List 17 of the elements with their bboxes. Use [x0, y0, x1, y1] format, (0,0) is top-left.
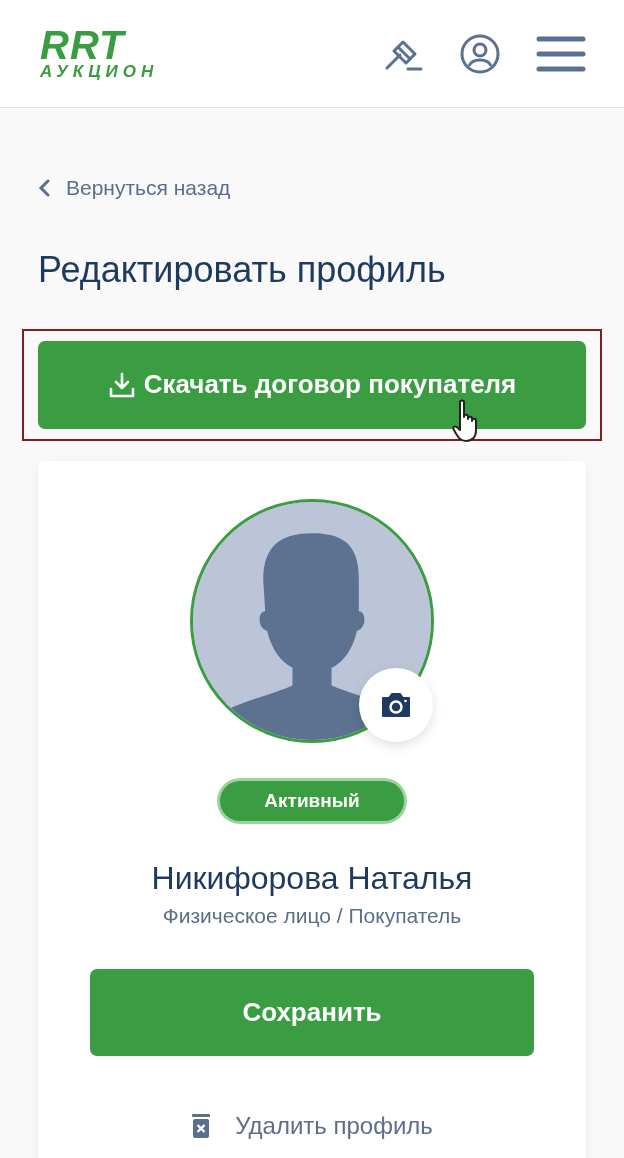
logo-subtitle: АУКЦИОН: [40, 63, 159, 80]
user-name: Никифорова Наталья: [151, 859, 473, 898]
logo-title: RRT: [40, 27, 126, 63]
trash-icon: [191, 1113, 212, 1140]
user-icon[interactable]: [460, 33, 500, 74]
download-contract-button[interactable]: Скачать договор покупателя: [38, 340, 586, 429]
back-link[interactable]: Вернуться назад: [38, 172, 231, 204]
change-photo-button[interactable]: [359, 667, 433, 742]
menu-icon[interactable]: [536, 34, 586, 73]
delete-profile-link[interactable]: Удалить профиль: [191, 1108, 433, 1145]
status-badge: Активный: [220, 780, 404, 822]
page-title: Редактировать профиль: [38, 247, 447, 291]
camera-icon: [381, 691, 411, 718]
download-icon: [107, 370, 136, 399]
save-button[interactable]: Сохранить: [90, 969, 534, 1057]
user-role: Физическое лицо / Покупатель: [162, 902, 462, 929]
chevron-left-icon: [38, 178, 50, 197]
